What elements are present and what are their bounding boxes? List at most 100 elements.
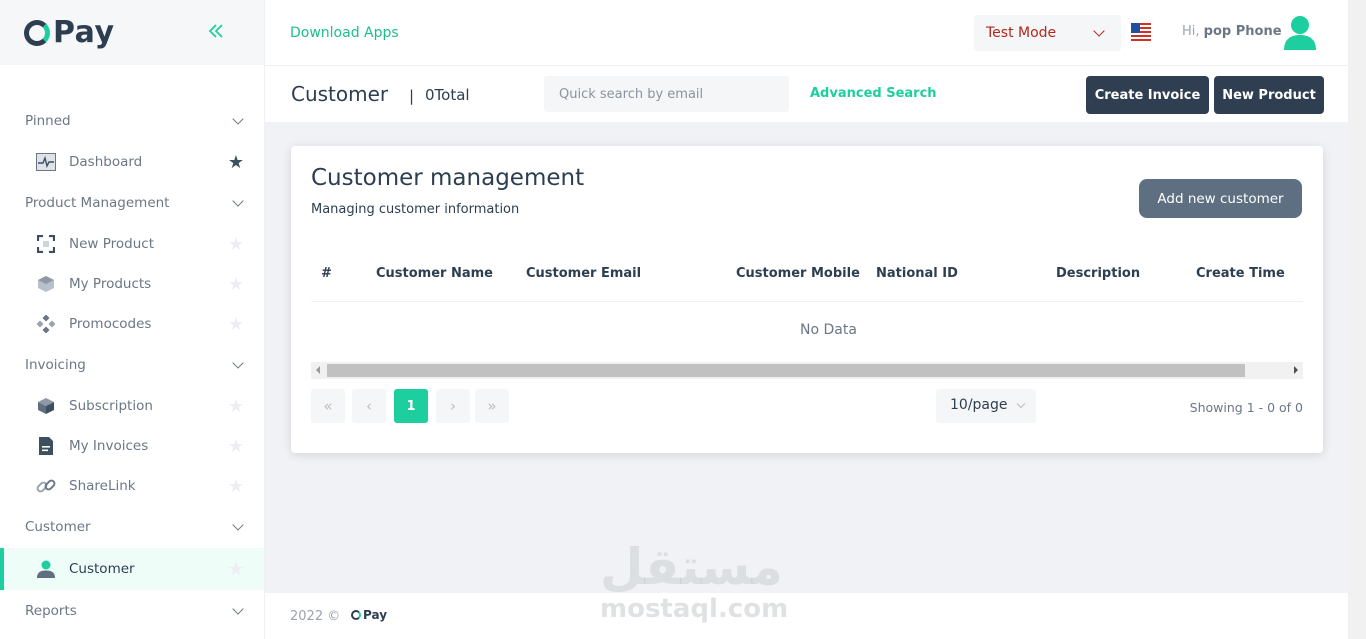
first-page-button[interactable]: « <box>311 389 345 423</box>
watermark-arabic: مستقل <box>600 538 783 596</box>
sidebar-item-my-products[interactable]: My Products ★ <box>0 264 264 304</box>
sidebar-item-new-product[interactable]: New Product ★ <box>0 224 264 264</box>
sidebar-item-label: New Product <box>69 236 154 252</box>
chevron-down-icon <box>232 195 244 207</box>
table-header: # Customer Name Customer Email Customer … <box>311 256 1303 302</box>
page-title: Customer <box>291 82 389 106</box>
sidebar-nav: Pinned Dashboard ★ Product Management Ne… <box>0 65 264 632</box>
star-icon[interactable]: ★ <box>228 234 244 255</box>
page-scrollbar[interactable] <box>1348 0 1366 639</box>
email-search-input[interactable] <box>544 76 789 112</box>
group-invoicing[interactable]: Invoicing <box>0 344 264 386</box>
sidebar-item-subscription[interactable]: Subscription ★ <box>0 386 264 426</box>
collapse-sidebar-icon[interactable] <box>205 20 229 44</box>
sidebar-item-promocodes[interactable]: Promocodes ★ <box>0 304 264 344</box>
scrollbar-thumb[interactable] <box>327 364 1245 377</box>
sub-header: Customer | 0Total Advanced Search Create… <box>265 65 1348 122</box>
avatar[interactable] <box>1283 14 1317 50</box>
advanced-search-link[interactable]: Advanced Search <box>810 86 937 101</box>
download-apps-link[interactable]: Download Apps <box>290 25 399 41</box>
chevron-down-icon <box>232 357 244 369</box>
sidebar-item-label: Customer <box>69 561 135 577</box>
group-pinned[interactable]: Pinned <box>0 100 264 142</box>
mode-value: Test Mode <box>986 25 1057 41</box>
group-label: Reports <box>25 603 77 619</box>
create-invoice-button[interactable]: Create Invoice <box>1086 76 1209 114</box>
sidebar-item-label: Promocodes <box>69 316 152 332</box>
user-greeting: Hi, pop Phone <box>1182 24 1282 39</box>
sidebar-item-sharelink[interactable]: ShareLink ★ <box>0 466 264 506</box>
chevron-down-icon <box>232 603 244 615</box>
table-horizontal-scrollbar[interactable] <box>311 362 1303 379</box>
last-page-button[interactable]: » <box>475 389 509 423</box>
sidebar-item-customer[interactable]: Customer ★ <box>0 548 264 590</box>
star-icon[interactable]: ★ <box>228 314 244 335</box>
group-label: Invoicing <box>25 357 86 373</box>
column-customer-name[interactable]: Customer Name <box>376 266 493 281</box>
total-count: 0Total <box>425 86 470 104</box>
star-icon[interactable]: ★ <box>228 152 244 173</box>
empty-state-text: No Data <box>800 322 857 338</box>
chevron-down-icon <box>1093 25 1105 37</box>
copyright-text: 2022 © <box>290 609 341 624</box>
mode-select[interactable]: Test Mode <box>974 15 1121 51</box>
group-reports[interactable]: Reports <box>0 590 264 632</box>
next-page-button[interactable]: › <box>436 389 470 423</box>
logo-text: Pay <box>53 15 115 50</box>
star-icon[interactable]: ★ <box>228 274 244 295</box>
customer-management-card: Customer management Managing customer in… <box>291 146 1323 453</box>
column-national-id[interactable]: National ID <box>876 266 958 281</box>
scroll-left-arrow-icon[interactable] <box>316 366 320 374</box>
title-separator: | <box>409 87 415 105</box>
column-customer-email[interactable]: Customer Email <box>526 266 641 281</box>
sidebar-item-my-invoices[interactable]: My Invoices ★ <box>0 426 264 466</box>
invoice-icon <box>36 436 56 456</box>
star-icon[interactable]: ★ <box>228 436 244 457</box>
add-customer-button[interactable]: Add new customer <box>1139 179 1302 218</box>
column-description[interactable]: Description <box>1056 266 1140 281</box>
page-number-button[interactable]: 1 <box>394 389 428 423</box>
logo-ring <box>24 19 50 46</box>
sidebar-item-label: My Invoices <box>69 438 149 454</box>
footer-logo-text: Pay <box>363 608 388 622</box>
star-icon[interactable]: ★ <box>228 476 244 497</box>
sidebar-item-dashboard[interactable]: Dashboard ★ <box>0 142 264 182</box>
chevron-down-icon <box>232 113 244 125</box>
group-label: Customer <box>25 519 91 535</box>
sidebar-item-label: Subscription <box>69 398 153 414</box>
column-create-time[interactable]: Create Time <box>1196 266 1285 281</box>
column-customer-mobile[interactable]: Customer Mobile <box>736 266 860 281</box>
sidebar-item-label: ShareLink <box>69 478 136 494</box>
star-icon[interactable]: ★ <box>228 559 244 580</box>
card-subtitle: Managing customer information <box>311 202 520 217</box>
pagination-summary: Showing 1 - 0 of 0 <box>1189 400 1303 415</box>
column-index[interactable]: # <box>321 266 332 281</box>
user-name: pop Phone <box>1203 24 1282 39</box>
group-label: Pinned <box>25 113 71 129</box>
group-product-management[interactable]: Product Management <box>0 182 264 224</box>
watermark-latin: mostaql.com <box>600 594 789 624</box>
group-customer[interactable]: Customer <box>0 506 264 548</box>
footer: 2022 © Pay <box>265 593 1348 639</box>
logo-bar: Pay <box>0 0 264 65</box>
sidebar-item-label: Dashboard <box>69 154 143 170</box>
page-size-select[interactable]: 10/page <box>936 389 1036 423</box>
cube-icon <box>36 396 56 416</box>
link-icon <box>36 476 56 496</box>
chevron-down-icon <box>1016 399 1026 409</box>
pulse-icon <box>36 152 56 172</box>
page-size-value: 10/page <box>950 397 1008 413</box>
group-label: Product Management <box>25 195 170 211</box>
prev-page-button[interactable]: ‹ <box>352 389 386 423</box>
greeting-prefix: Hi, <box>1182 24 1200 39</box>
sidebar-item-label: My Products <box>69 276 152 292</box>
user-icon <box>36 559 56 579</box>
scroll-right-arrow-icon[interactable] <box>1294 366 1298 374</box>
opay-logo[interactable]: Pay <box>24 15 115 50</box>
footer-logo: Pay <box>351 608 387 622</box>
card-title: Customer management <box>311 165 585 191</box>
box-icon <box>36 274 56 294</box>
star-icon[interactable]: ★ <box>228 396 244 417</box>
new-product-button[interactable]: New Product <box>1214 76 1324 114</box>
us-flag-icon[interactable] <box>1131 23 1151 41</box>
